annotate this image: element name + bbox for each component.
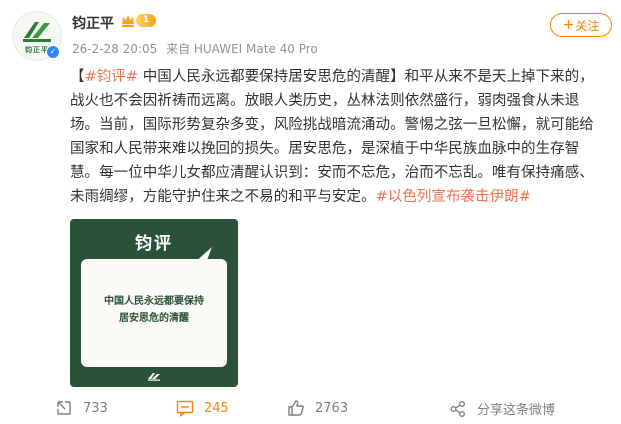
post-time[interactable]: 26-2-28 20:05	[72, 42, 157, 56]
topic-hashtag-link[interactable]: #以色列宣布袭击伊朗#	[376, 189, 531, 205]
post-line-5: 慧。每一位中华儿女都应清醒认识到：安而不忘危，治而不忘乱。唯有保持痛感、	[70, 165, 594, 181]
comment-icon	[176, 400, 194, 417]
post-body: 【#钧评# 中国人民永远都要保持居安思危的清醒】和平从来不是天上掉下来的， 战火…	[70, 65, 612, 209]
post-line-1: 【#钧评# 中国人民永远都要保持居安思危的清醒】和平从来不是天上掉下来的，	[70, 65, 612, 89]
bubble-line-1: 中国人民永远都要保持	[104, 296, 204, 307]
comment-count: 245	[204, 400, 229, 416]
like-button[interactable]: 2763	[287, 399, 348, 417]
verified-badge: ✓	[46, 45, 60, 59]
image-logo-icon	[148, 373, 160, 381]
bubble-text: 中国人民永远都要保持 居安思危的清醒	[93, 293, 215, 327]
post-line-4: 国家和人民带来难以挽回的损失。居安思危，是深植于中华民族血脉中的生存智	[70, 141, 580, 157]
post-line-3: 场。当前，国际形势复杂多变，风险挑战暗流涌动。警惕之弦一旦松懈，就可能给	[70, 117, 594, 133]
post-source: 来自 HUAWEI Mate 40 Pro	[166, 42, 318, 56]
share-weibo-label: 分享这条微博	[477, 403, 556, 418]
post-line-6: 未雨绸缪，方能守护住来之不易的和平与安定。#以色列宣布袭击伊朗#	[70, 185, 612, 209]
bubble-line-2: 居安思危的清醒	[119, 313, 189, 324]
like-count: 2763	[315, 400, 349, 416]
link-icon	[450, 400, 465, 417]
share-count: 733	[83, 400, 108, 416]
check-icon: ✓	[49, 47, 57, 56]
post-headline: 中国人民永远都要保持居安思危的清醒】和平从来不是天上掉下来的，	[138, 69, 594, 85]
title-bracket-open: 【	[70, 69, 85, 85]
follow-label: 关注	[575, 18, 600, 33]
share-button[interactable]: 733	[55, 399, 108, 417]
hashtag-link[interactable]: #钧评#	[85, 69, 139, 85]
share-icon	[57, 401, 71, 415]
plus-icon: +	[562, 17, 575, 33]
avatar-logo-icon	[23, 21, 51, 42]
crown-icon	[122, 15, 134, 27]
speech-bubble: 中国人民永远都要保持 居安思危的清醒	[81, 259, 227, 367]
comment-button[interactable]: 245	[176, 399, 229, 417]
author-name[interactable]: 钧正平	[72, 13, 114, 33]
vip-level-badge: 1	[136, 14, 156, 27]
post-line-2: 战火也不会因祈祷而远离。放眼人类历史，丛林法则依然盛行，弱肉强食从未退	[70, 93, 580, 109]
thumbs-up-icon	[288, 400, 304, 416]
post-meta: 26-2-28 20:05 来自 HUAWEI Mate 40 Pro	[72, 40, 318, 57]
action-bar: 733 245 2763 分享这条微博	[0, 392, 621, 424]
follow-button[interactable]: + 关注	[550, 13, 612, 37]
share-weibo-button[interactable]: 分享这条微博	[449, 399, 555, 418]
post-image[interactable]: 钧评 中国人民永远都要保持 居安思危的清醒	[70, 219, 238, 387]
post-closing-text: 未雨绸缪，方能守护住来之不易的和平与安定。	[70, 189, 376, 205]
